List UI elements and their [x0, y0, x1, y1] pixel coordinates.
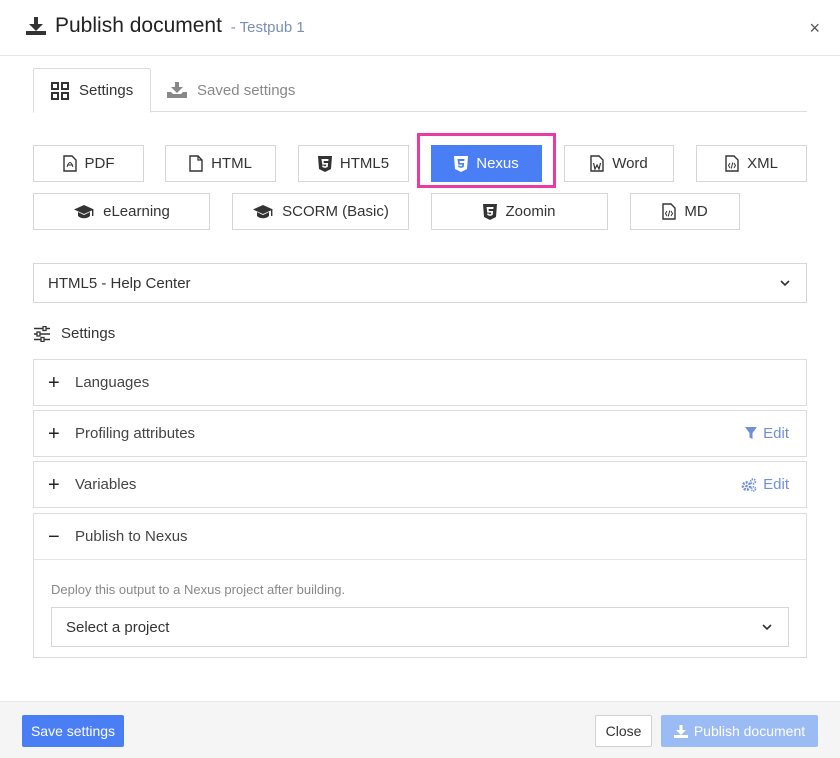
dialog-title-text: Publish document	[55, 14, 222, 37]
format-html5-button[interactable]: HTML5	[298, 145, 409, 182]
plus-icon: +	[48, 473, 60, 496]
close-icon[interactable]: ×	[809, 18, 820, 39]
template-select[interactable]: HTML5 - Help Center	[33, 263, 807, 303]
format-label: HTML5	[339, 155, 390, 172]
project-select-value: Select a project	[66, 618, 170, 636]
chevron-down-icon	[762, 624, 772, 631]
edit-profiling-button[interactable]: Edit	[745, 425, 789, 442]
format-label: Zoomin	[505, 203, 556, 220]
panel-title: Languages	[75, 374, 150, 391]
dialog-title: Publish document - Testpub 1	[55, 14, 305, 38]
minus-icon: −	[48, 525, 60, 548]
filter-icon	[745, 427, 758, 439]
tab-bar: Settings Saved settings	[33, 68, 807, 113]
selected-format-highlight	[417, 133, 556, 188]
panel-languages: + Languages	[33, 359, 807, 406]
format-html-button[interactable]: HTML	[165, 145, 276, 182]
panel-title: Profiling attributes	[75, 425, 196, 442]
format-scorm-button[interactable]: SCORM (Basic)	[232, 193, 409, 230]
html5-icon	[317, 155, 332, 172]
graduation-cap-icon	[253, 204, 274, 218]
dialog-subtitle: - Testpub 1	[230, 19, 305, 36]
format-label: Word	[612, 155, 648, 172]
tab-saved-settings-label: Saved settings	[197, 81, 296, 99]
publish-label: Publish document	[693, 723, 806, 739]
format-label: HTML	[211, 155, 252, 172]
format-md-button[interactable]: MD	[630, 193, 740, 230]
publish-document-button[interactable]: Publish document	[661, 715, 818, 747]
panel-nexus-header[interactable]: − Publish to Nexus	[34, 514, 806, 559]
panel-title: Variables	[75, 476, 137, 493]
download-icon	[673, 724, 688, 738]
edit-label: Edit	[763, 425, 789, 442]
tray-download-icon	[167, 82, 187, 98]
format-elearning-button[interactable]: eLearning	[33, 193, 210, 230]
tab-settings-label: Settings	[79, 82, 134, 99]
save-settings-button[interactable]: Save settings	[22, 715, 124, 747]
project-select[interactable]: Select a project	[51, 607, 789, 647]
format-xml-button[interactable]: XML	[696, 145, 807, 182]
format-label: eLearning	[103, 203, 170, 220]
dialog-header: Publish document - Testpub 1 ×	[0, 0, 840, 56]
template-select-value: HTML5 - Help Center	[48, 274, 191, 292]
format-pdf-button[interactable]: PDF	[33, 145, 144, 182]
format-word-button[interactable]: Word	[564, 145, 674, 182]
panel-variables: + Variables Edit	[33, 461, 807, 508]
plus-icon: +	[48, 422, 60, 445]
settings-heading-label: Settings	[61, 325, 116, 342]
dialog-footer: Save settings Close Publish document	[0, 701, 840, 758]
plus-icon: +	[48, 371, 60, 394]
edit-variables-button[interactable]: Edit	[741, 476, 789, 493]
format-zoomin-button[interactable]: Zoomin	[431, 193, 608, 230]
tab-saved-settings[interactable]: Saved settings	[167, 68, 295, 112]
settings-heading: Settings	[33, 325, 115, 342]
html5-icon	[483, 203, 498, 220]
panel-publish-to-nexus: − Publish to Nexus Deploy this output to…	[33, 513, 807, 658]
panel-variables-header[interactable]: + Variables Edit	[34, 462, 806, 507]
panel-nexus-body: Deploy this output to a Nexus project af…	[34, 559, 806, 658]
close-button[interactable]: Close	[595, 715, 652, 747]
format-label: XML	[747, 155, 778, 172]
tab-settings[interactable]: Settings	[33, 68, 151, 113]
panel-profiling-header[interactable]: + Profiling attributes Edit	[34, 411, 806, 456]
sliders-icon	[34, 325, 50, 342]
pdf-file-icon	[62, 155, 77, 172]
format-label: PDF	[84, 155, 115, 172]
chevron-down-icon	[780, 280, 790, 287]
word-file-icon	[590, 155, 604, 172]
panel-languages-header[interactable]: + Languages	[34, 360, 806, 405]
file-icon	[189, 155, 203, 172]
format-label: SCORM (Basic)	[282, 203, 389, 220]
edit-label: Edit	[763, 476, 789, 493]
download-icon	[26, 17, 46, 35]
code-file-icon	[725, 155, 739, 172]
code-file-icon	[662, 203, 677, 220]
grid-icon	[51, 81, 69, 100]
graduation-cap-icon	[74, 204, 95, 218]
panel-profiling-attributes: + Profiling attributes Edit	[33, 410, 807, 457]
nexus-description: Deploy this output to a Nexus project af…	[51, 582, 346, 597]
gears-icon	[741, 477, 757, 492]
format-label: MD	[684, 203, 708, 220]
panel-title: Publish to Nexus	[75, 528, 188, 545]
